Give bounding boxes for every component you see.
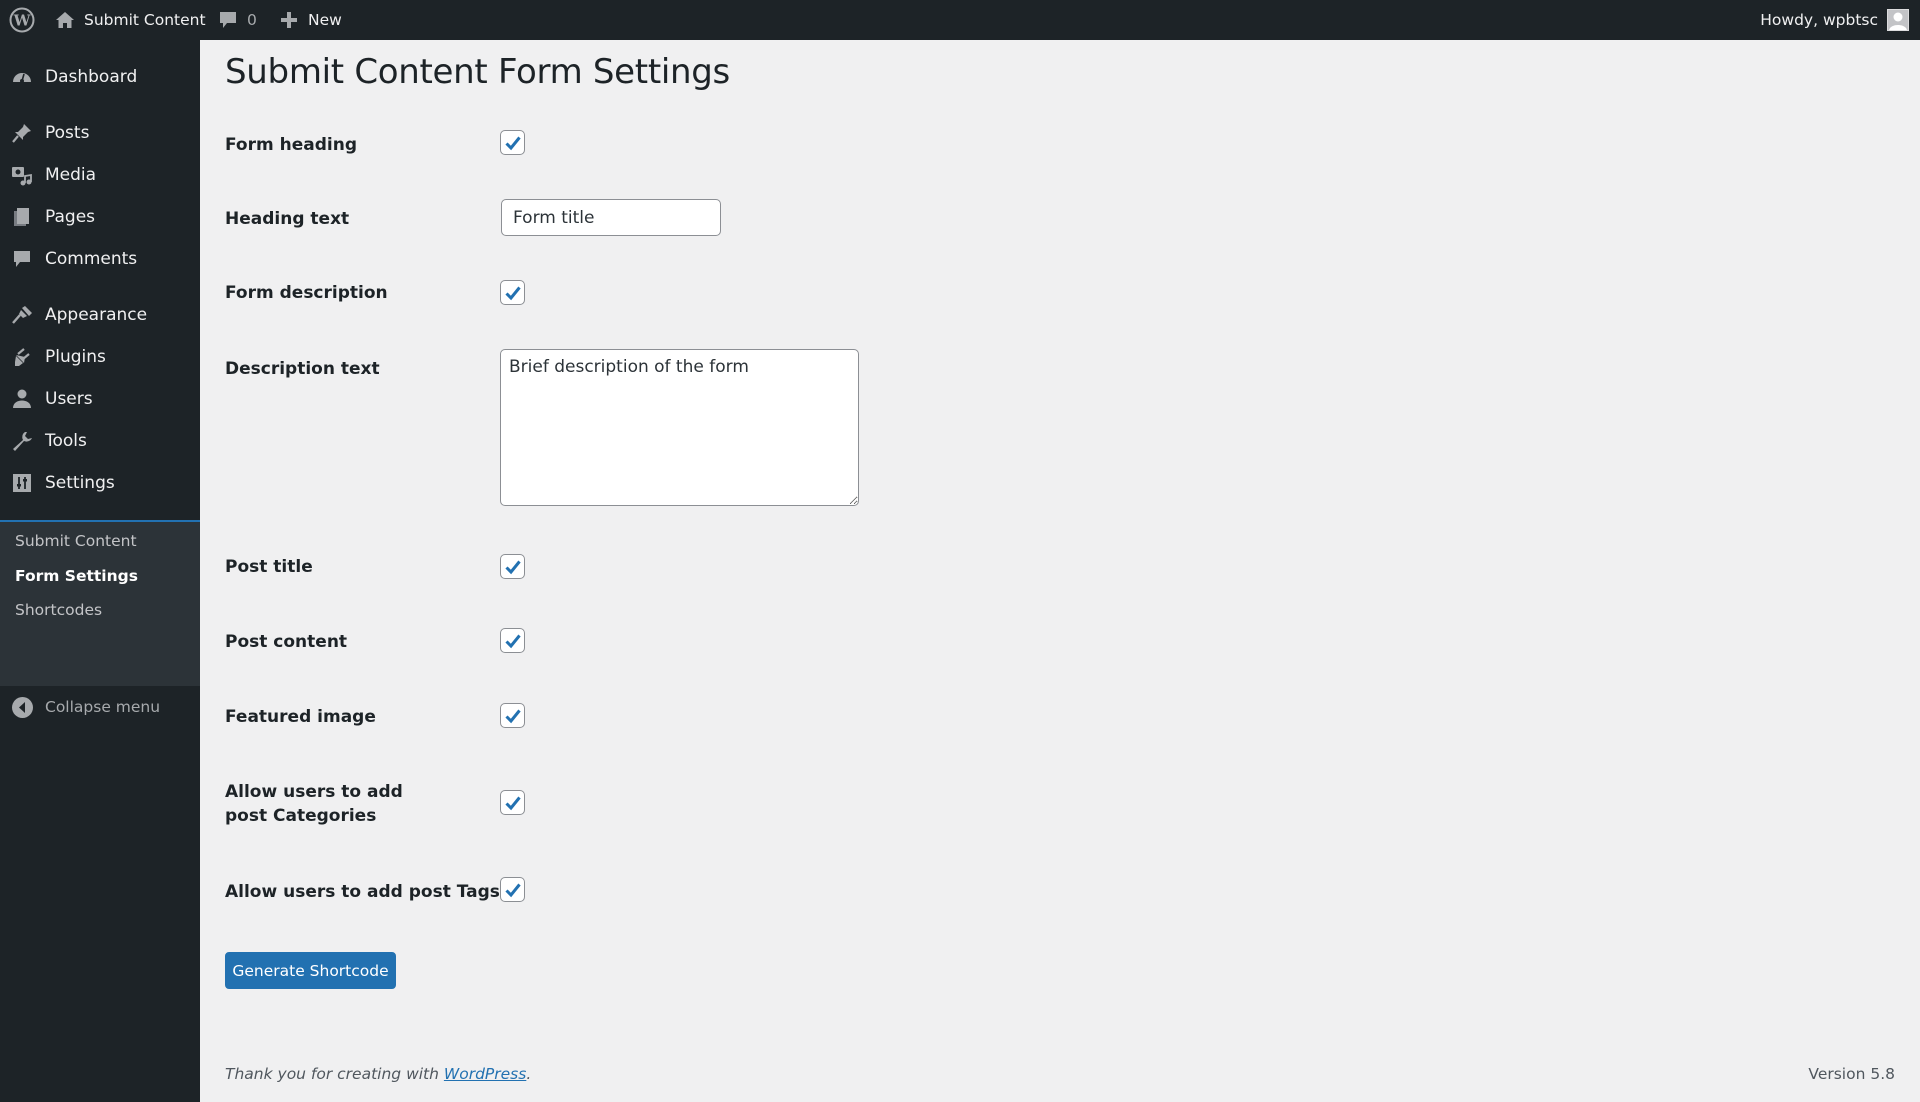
heading-text-label: Heading text: [225, 209, 350, 229]
description-text-textarea[interactable]: Brief description of the form: [500, 349, 859, 506]
sidebar-item-appearance[interactable]: Appearance: [0, 294, 200, 336]
comments-count: 0: [247, 11, 257, 29]
allow-tags-checkbox[interactable]: [500, 877, 525, 902]
page-title: Submit Content Form Settings: [225, 52, 730, 92]
generate-shortcode-button[interactable]: Generate Shortcode: [225, 952, 396, 989]
form-heading-checkbox[interactable]: [500, 130, 525, 155]
submenu-item-shortcodes[interactable]: Shortcodes: [15, 601, 102, 619]
wordpress-logo-icon: W: [9, 7, 35, 33]
avatar: [1887, 9, 1909, 31]
submenu-item-submit-content[interactable]: Submit Content: [15, 532, 137, 550]
form-description-checkbox[interactable]: [500, 280, 525, 305]
form-heading-label: Form heading: [225, 135, 357, 155]
sidebar-item-label: Tools: [45, 431, 87, 451]
sidebar-item-dashboard[interactable]: Dashboard: [0, 56, 200, 98]
checkmark-icon: [504, 634, 521, 648]
checkmark-icon: [504, 709, 521, 723]
allow-categories-label: Allow users to add post Categories: [225, 782, 403, 826]
user-icon: [11, 388, 33, 410]
description-text-label: Description text: [225, 359, 380, 379]
featured-image-label: Featured image: [225, 707, 376, 727]
sidebar-item-posts[interactable]: Posts: [0, 112, 200, 154]
sidebar-item-label: Plugins: [45, 347, 106, 367]
sidebar-item-label: Pages: [45, 207, 96, 227]
checkmark-icon: [504, 136, 521, 150]
svg-text:W: W: [13, 12, 32, 30]
featured-image-checkbox[interactable]: [500, 703, 525, 728]
home-icon: [56, 12, 74, 28]
sidebar-item-label: Settings: [45, 473, 115, 493]
media-icon: [11, 164, 33, 186]
paintbrush-icon: [11, 304, 33, 326]
sliders-icon: [11, 472, 33, 494]
checkmark-icon: [504, 560, 521, 574]
submenu: Submit Content Form Settings Shortcodes: [0, 522, 200, 686]
collapse-menu-button[interactable]: Collapse menu: [0, 688, 200, 728]
wrench-icon: [11, 430, 33, 452]
post-content-label: Post content: [225, 632, 348, 652]
pages-icon: [11, 206, 33, 228]
footer-version: Version 5.8: [1808, 1065, 1895, 1083]
sidebar-item-settings[interactable]: Settings: [0, 462, 200, 504]
my-account-link[interactable]: Howdy, wpbtsc: [1760, 0, 1909, 40]
avatar-silhouette-icon: [1889, 12, 1907, 30]
plus-icon: [281, 12, 297, 28]
dashboard-icon: [11, 66, 33, 88]
checkmark-icon: [504, 883, 521, 897]
comments-link[interactable]: 0: [218, 0, 257, 40]
collapse-menu-label: Collapse menu: [45, 698, 161, 716]
sidebar-item-users[interactable]: Users: [0, 378, 200, 420]
sidebar-item-media[interactable]: Media: [0, 154, 200, 196]
collapse-arrow-icon: [12, 697, 33, 718]
post-title-label: Post title: [225, 557, 313, 577]
submenu-item-form-settings[interactable]: Form Settings: [15, 567, 138, 585]
footer-thanks-text: Thank you for creating with: [225, 1065, 444, 1083]
site-name: Submit Content: [84, 11, 206, 29]
main-content: Submit Content Form Settings Form headin…: [200, 40, 1920, 1102]
new-label: New: [308, 11, 342, 29]
allow-tags-label: Allow users to add post Tags: [225, 882, 500, 902]
wordpress-logo-button[interactable]: W: [9, 0, 35, 40]
sidebar-item-label: Media: [45, 165, 97, 185]
sidebar-item-label: Comments: [45, 249, 138, 269]
wordpress-link[interactable]: WordPress: [444, 1065, 526, 1083]
sidebar-item-plugins[interactable]: Plugins: [0, 336, 200, 378]
sidebar-item-pages[interactable]: Pages: [0, 196, 200, 238]
site-name-link[interactable]: Submit Content: [54, 0, 206, 40]
footer-thanks-period: .: [526, 1065, 532, 1083]
checkmark-icon: [504, 286, 521, 300]
sidebar-item-label: Appearance: [45, 305, 148, 325]
pin-icon: [11, 122, 33, 144]
allow-categories-checkbox[interactable]: [500, 790, 525, 815]
greeting: Howdy, wpbtsc: [1760, 11, 1878, 29]
plug-icon: [11, 346, 33, 368]
comment-icon: [11, 248, 33, 270]
sidebar-item-label: Users: [45, 389, 93, 409]
footer-thanks: Thank you for creating with WordPress.: [225, 1065, 531, 1083]
sidebar-item-comments[interactable]: Comments: [0, 238, 200, 280]
admin-bar: W Submit Content 0 New Howdy, wpbtsc: [0, 0, 1920, 40]
checkmark-icon: [504, 796, 521, 810]
sidebar-item-tools[interactable]: Tools: [0, 420, 200, 462]
heading-text-input[interactable]: [501, 199, 721, 236]
post-title-checkbox[interactable]: [500, 554, 525, 579]
sidebar-item-label: Dashboard: [45, 67, 138, 87]
new-content-link[interactable]: New: [280, 0, 342, 40]
form-description-label: Form description: [225, 283, 388, 303]
post-content-checkbox[interactable]: [500, 628, 525, 653]
comment-icon: [220, 12, 236, 28]
sidebar-item-label: Posts: [45, 123, 90, 143]
